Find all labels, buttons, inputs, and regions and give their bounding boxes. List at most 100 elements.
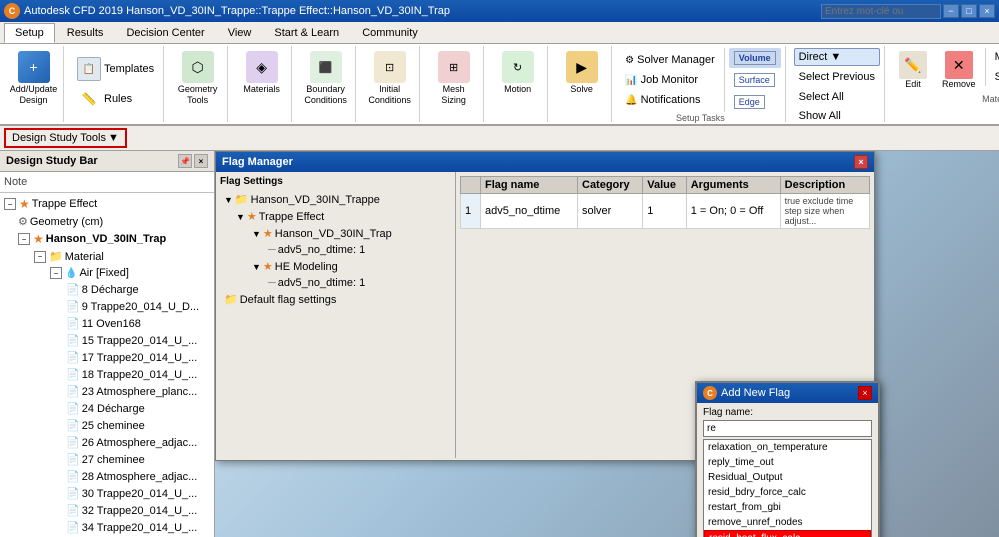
- tree-item-11oven[interactable]: 📄 11 Oven168: [2, 315, 212, 332]
- col-category: Category: [578, 177, 643, 194]
- tree-item-geometry[interactable]: ⚙ Geometry (cm): [2, 213, 212, 230]
- material-editor-button[interactable]: Material Editor: [990, 48, 999, 66]
- tree-item-8decharge[interactable]: 📄 8 Décharge: [2, 281, 212, 298]
- edit-button[interactable]: ✏️ Edit: [893, 48, 933, 92]
- show-all-button[interactable]: Show All: [794, 107, 880, 125]
- 18trappe-label: 18 Trappe20_014_U_...: [82, 369, 198, 381]
- tree-item-hanson-trap[interactable]: − ★ Hanson_VD_30IN_Trap: [2, 230, 212, 248]
- select-all-button[interactable]: Select All: [794, 88, 880, 106]
- volume-button[interactable]: Volume: [729, 48, 781, 68]
- geometry-tools-button[interactable]: ⬡ GeometryTools: [173, 48, 223, 109]
- flag-expand-1[interactable]: ▼: [224, 195, 233, 205]
- rules-button[interactable]: 📏 Rules: [72, 84, 159, 114]
- select-previous-button[interactable]: Select Previous: [794, 68, 880, 86]
- left-panel-pin-button[interactable]: 📌: [178, 154, 192, 168]
- title-bar-left: C Autodesk CFD 2019 Hanson_VD_30IN_Trapp…: [4, 3, 450, 19]
- suggestion-reply[interactable]: reply_time_out: [704, 455, 871, 470]
- hanson-label: Hanson_VD_30IN_Trap: [46, 233, 166, 245]
- direct-button[interactable]: Direct ▼: [794, 48, 880, 66]
- trappe-label: Trappe Effect: [32, 198, 97, 210]
- tab-results[interactable]: Results: [56, 23, 115, 43]
- suggestion-remove-unref[interactable]: remove_unref_nodes: [704, 515, 871, 530]
- tree-expand[interactable]: −: [4, 198, 16, 210]
- flag-row-1[interactable]: 1 adv5_no_dtime solver 1 1 = On; 0 = Off…: [461, 194, 870, 229]
- initial-conditions-button[interactable]: ⊡ InitialConditions: [363, 48, 416, 109]
- add-flag-close-button[interactable]: ×: [858, 386, 872, 400]
- close-button[interactable]: ×: [979, 4, 995, 18]
- tree-item-26atm[interactable]: 📄 26 Atmosphere_adjac...: [2, 434, 212, 451]
- flag-name-input[interactable]: [703, 420, 872, 437]
- flag-tree-trappe-effect[interactable]: ▼ ★ Trappe Effect: [220, 208, 451, 225]
- flag-expand-4[interactable]: ▼: [252, 262, 261, 272]
- minimize-button[interactable]: −: [943, 4, 959, 18]
- geometry-tree-icon: ⚙: [18, 215, 28, 228]
- tab-view[interactable]: View: [217, 23, 263, 43]
- tree-item-material[interactable]: − 📁 Material: [2, 248, 212, 265]
- remove-button[interactable]: ✕ Remove: [937, 48, 981, 92]
- flag-expand-3[interactable]: ▼: [252, 229, 261, 239]
- tree-item-trappe-effect[interactable]: − ★ Trappe Effect: [2, 195, 212, 213]
- job-monitor-button[interactable]: 📊 Job Monitor: [620, 71, 720, 89]
- flag-tree-adv5-1[interactable]: ─ adv5_no_dtime: 1: [220, 242, 451, 258]
- left-panel-close-button[interactable]: ×: [194, 154, 208, 168]
- solve-button[interactable]: ▶ Solve: [561, 48, 603, 98]
- surface-button[interactable]: Surface: [729, 70, 781, 90]
- design-study-tools-button[interactable]: Design Study Tools ▼: [4, 128, 127, 148]
- cell-num-1: 1: [461, 194, 481, 229]
- tab-community[interactable]: Community: [351, 23, 429, 43]
- tree-expand-hanson[interactable]: −: [18, 233, 30, 245]
- templates-button[interactable]: 📋 Templates: [72, 54, 159, 84]
- tree-expand-air[interactable]: −: [50, 267, 62, 279]
- tree-item-25cheminee[interactable]: 📄 25 cheminee: [2, 417, 212, 434]
- remove-icon: ✕: [945, 51, 973, 79]
- mesh-sizing-button[interactable]: ⊞ MeshSizing: [433, 48, 475, 109]
- flag-tree-default[interactable]: 📁 Default flag settings: [220, 291, 451, 308]
- flag-manager-close-button[interactable]: ×: [854, 155, 868, 169]
- suggestion-residual-output[interactable]: Residual_Output: [704, 470, 871, 485]
- flag-tree-he-modeling[interactable]: ▼ ★ HE Modeling: [220, 258, 451, 275]
- tree-item-air[interactable]: − 💧 Air [Fixed]: [2, 265, 212, 281]
- suggestion-resid-bdry[interactable]: resid_bdry_force_calc: [704, 485, 871, 500]
- tree-item-18trappe[interactable]: 📄 18 Trappe20_014_U_...: [2, 366, 212, 383]
- notifications-icon: 🔔: [625, 95, 637, 106]
- scenario-environment-button[interactable]: Scenario Environment: [990, 68, 999, 86]
- tree-item-30trappe[interactable]: 📄 30 Trappe20_014_U_...: [2, 485, 212, 502]
- search-input[interactable]: [821, 4, 941, 19]
- boundary-label: BoundaryConditions: [304, 84, 347, 106]
- edge-button[interactable]: Edge: [729, 92, 781, 112]
- flag-tree-adv5-2[interactable]: ─ adv5_no_dtime: 1: [220, 275, 451, 291]
- materials-button[interactable]: ◈ Materials: [238, 48, 285, 98]
- tree-item-9trappe[interactable]: 📄 9 Trappe20_014_U_D...: [2, 298, 212, 315]
- mesh-label: MeshSizing: [441, 84, 466, 106]
- flag-expand-2[interactable]: ▼: [236, 212, 245, 222]
- tab-decision-center[interactable]: Decision Center: [115, 23, 215, 43]
- doc-icon-5: 📄: [66, 351, 80, 364]
- trappe-icon: ★: [19, 197, 30, 211]
- flag-tree-hanson-trappe[interactable]: ▼ 📁 Hanson_VD_30IN_Trappe: [220, 191, 451, 208]
- boundary-conditions-button[interactable]: ⬛ BoundaryConditions: [299, 48, 352, 109]
- tree-item-23atm[interactable]: 📄 23 Atmosphere_planc...: [2, 383, 212, 400]
- tree-item-28atm[interactable]: 📄 28 Atmosphere_adjac...: [2, 468, 212, 485]
- tab-start-learn[interactable]: Start & Learn: [263, 23, 350, 43]
- remove-label: Remove: [942, 79, 976, 89]
- flag-tree-hanson-trap[interactable]: ▼ ★ Hanson_VD_30IN_Trap: [220, 225, 451, 242]
- tree-item-15trappe[interactable]: 📄 15 Trappe20_014_U_...: [2, 332, 212, 349]
- tab-setup[interactable]: Setup: [4, 23, 55, 43]
- tree-item-24decharge[interactable]: 📄 24 Décharge: [2, 400, 212, 417]
- tree-item-34trappe[interactable]: 📄 34 Trappe20_014_U_...: [2, 519, 212, 536]
- maximize-button[interactable]: □: [961, 4, 977, 18]
- add-flag-icon: C: [703, 386, 717, 400]
- air-icon: 💧: [65, 268, 77, 279]
- tree-item-27cheminee[interactable]: 📄 27 cheminee: [2, 451, 212, 468]
- add-flag-dialog-title: Add New Flag: [721, 387, 790, 399]
- add-flag-body: Flag name: relaxation_on_temperature rep…: [697, 403, 878, 537]
- add-update-design-button[interactable]: + Add/UpdateDesign: [5, 48, 63, 109]
- suggestion-restart[interactable]: restart_from_gbi: [704, 500, 871, 515]
- tree-expand-material[interactable]: −: [34, 251, 46, 263]
- tree-item-32trappe[interactable]: 📄 32 Trappe20_014_U_...: [2, 502, 212, 519]
- suggestion-relaxation[interactable]: relaxation_on_temperature: [704, 440, 871, 455]
- notifications-button[interactable]: 🔔 Notifications: [620, 91, 720, 109]
- tree-item-17trappe[interactable]: 📄 17 Trappe20_014_U_...: [2, 349, 212, 366]
- solver-manager-button[interactable]: ⚙ Solver Manager: [620, 51, 720, 69]
- motion-button[interactable]: ↻ Motion: [497, 48, 539, 98]
